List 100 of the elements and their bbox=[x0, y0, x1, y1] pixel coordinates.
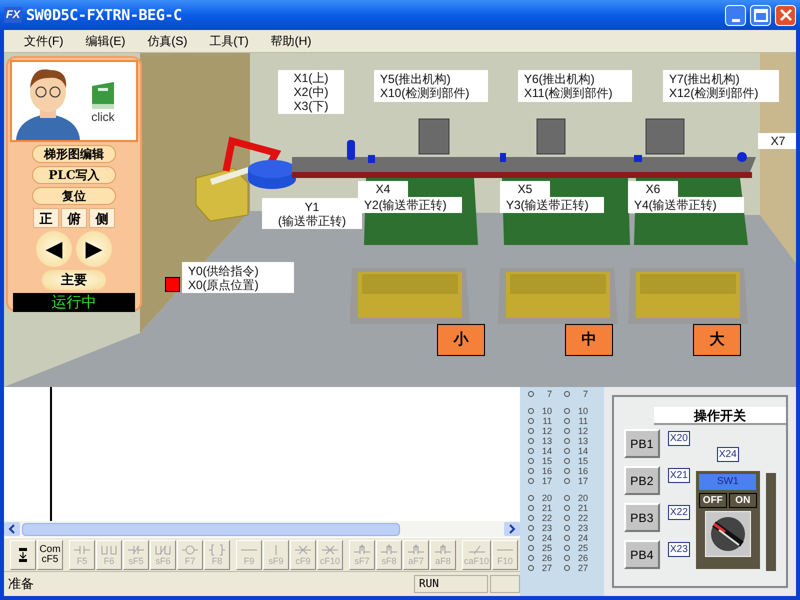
ladder-symbol-icon bbox=[380, 544, 398, 556]
nav-button[interactable]: ◀ bbox=[36, 231, 72, 267]
ladder-symbol-icon bbox=[321, 544, 339, 556]
io-address: 16 bbox=[540, 466, 552, 476]
io-address: 7 bbox=[582, 389, 588, 399]
sensor-label: X4 bbox=[358, 181, 408, 197]
sensor-label: Y5(推出机构) X10(检测到部件) bbox=[374, 70, 488, 102]
io-address: 25 bbox=[540, 543, 552, 553]
io-address: 11 bbox=[578, 416, 588, 426]
minimize-icon bbox=[732, 18, 740, 22]
ladder-symbol-icon bbox=[127, 544, 145, 556]
ladder-tool-button[interactable] bbox=[10, 540, 36, 570]
switch-label: SW1 bbox=[699, 474, 756, 490]
ladder-symbol-icon bbox=[208, 544, 226, 556]
menu-item[interactable]: 文件(F) bbox=[20, 32, 68, 50]
minimize-button[interactable] bbox=[725, 4, 746, 26]
sensor-label: X7 bbox=[758, 133, 796, 149]
input-address: X24 bbox=[716, 447, 739, 462]
io-address: 27 bbox=[540, 563, 552, 573]
menu-item[interactable]: 仿真(S) bbox=[143, 32, 192, 50]
io-address: 13 bbox=[576, 436, 588, 446]
io-address: 25 bbox=[576, 543, 588, 553]
switch-position-label: ON bbox=[728, 493, 757, 508]
panel-title: 操作开关 bbox=[654, 407, 786, 425]
view-tab[interactable]: 正 bbox=[33, 208, 59, 228]
panel-button[interactable]: PLC写入 bbox=[32, 166, 116, 184]
io-address: 10 bbox=[576, 406, 588, 416]
io-lamp-icon bbox=[564, 391, 570, 397]
sensor-label: Y6(推出机构) X11(检测到部件) bbox=[518, 70, 632, 102]
menu-item[interactable]: 工具(T) bbox=[205, 32, 253, 50]
ladder-symbol-icon bbox=[468, 544, 486, 556]
ladder-symbol-icon bbox=[154, 544, 172, 556]
panel-button[interactable]: 梯形图编辑 bbox=[32, 145, 116, 163]
io-address: 23 bbox=[540, 523, 552, 533]
main-button[interactable]: 主要 bbox=[42, 270, 106, 290]
io-address: 21 bbox=[540, 503, 552, 513]
sensor-label: X1(上) X2(中) X3(下) bbox=[278, 70, 344, 114]
bin-size-label: 大 bbox=[693, 324, 741, 356]
help-link[interactable]: click bbox=[91, 110, 115, 124]
menu-item[interactable]: 帮助(H) bbox=[266, 32, 316, 50]
bin-size-label: 小 bbox=[437, 324, 485, 356]
sensor-label: Y3(输送带正转) bbox=[500, 197, 604, 213]
ladder-symbol-icon bbox=[100, 544, 118, 556]
io-address: 27 bbox=[576, 563, 588, 573]
status-mode: RUN bbox=[414, 575, 488, 593]
horizontal-scrollbar[interactable] bbox=[4, 521, 520, 537]
ladder-symbol-icon bbox=[274, 544, 278, 556]
sensor-label: Y4(输送带正转) bbox=[628, 197, 744, 213]
scroll-right-icon bbox=[504, 522, 520, 536]
maximize-button[interactable] bbox=[750, 4, 771, 26]
view-tab[interactable]: 俯 bbox=[61, 208, 87, 228]
io-address: 14 bbox=[576, 446, 588, 456]
io-address: 20 bbox=[540, 493, 552, 503]
ladder-symbol-icon bbox=[73, 544, 91, 556]
status-message: 准备 bbox=[8, 575, 35, 594]
io-address: 20 bbox=[576, 493, 588, 503]
push-button[interactable]: PB4 bbox=[624, 540, 660, 569]
switch-position-label: OFF bbox=[698, 493, 727, 508]
sensor-label: X5 bbox=[500, 181, 550, 197]
io-address: 15 bbox=[540, 456, 552, 466]
app-logo: FX bbox=[4, 7, 22, 23]
io-address: 24 bbox=[540, 533, 552, 543]
ladder-symbol-icon bbox=[353, 544, 371, 556]
io-address: 24 bbox=[576, 533, 588, 543]
io-address: 13 bbox=[540, 436, 552, 446]
panel-button[interactable]: 复位 bbox=[32, 187, 116, 205]
io-address: 12 bbox=[576, 426, 588, 436]
scroll-thumb[interactable] bbox=[22, 522, 400, 536]
io-address: 12 bbox=[540, 426, 552, 436]
input-address: X23 bbox=[668, 542, 690, 557]
input-address: X20 bbox=[668, 431, 690, 446]
io-address: 22 bbox=[576, 513, 588, 523]
rotary-knob[interactable] bbox=[704, 511, 751, 557]
io-address: 16 bbox=[576, 466, 588, 476]
input-address: X21 bbox=[668, 468, 690, 483]
sensor-label: Y0(供给指令) X0(原点位置) bbox=[182, 262, 294, 293]
push-button[interactable]: PB1 bbox=[624, 429, 660, 458]
menu-item[interactable]: 编辑(E) bbox=[81, 32, 130, 50]
knob-icon bbox=[708, 515, 747, 553]
io-address: 11 bbox=[542, 416, 552, 426]
view-tab[interactable]: 侧 bbox=[89, 208, 115, 228]
io-address: 17 bbox=[540, 476, 552, 486]
push-button[interactable]: PB3 bbox=[624, 503, 660, 532]
window-title: SW0D5C-FXTRN-BEG-C bbox=[26, 4, 182, 26]
io-address: 10 bbox=[540, 406, 552, 416]
run-status-display: 运行中 bbox=[13, 292, 135, 312]
ladder-symbol-icon bbox=[407, 544, 425, 556]
ladder-symbol-icon bbox=[181, 544, 199, 556]
nav-button[interactable]: ▶ bbox=[76, 231, 112, 267]
io-address: 22 bbox=[540, 513, 552, 523]
ladder-tool-button[interactable]: Com cF5 bbox=[37, 540, 63, 570]
input-address: X22 bbox=[668, 505, 690, 520]
io-address: 26 bbox=[576, 553, 588, 563]
ladder-symbol-icon bbox=[294, 544, 312, 556]
sensor-label: X6 bbox=[628, 181, 678, 197]
ladder-symbol-icon bbox=[434, 544, 452, 556]
push-button[interactable]: PB2 bbox=[624, 466, 660, 495]
maximize-icon bbox=[754, 8, 768, 22]
sensor-label: Y2(输送带正转) bbox=[358, 197, 462, 213]
close-button[interactable] bbox=[775, 4, 796, 26]
